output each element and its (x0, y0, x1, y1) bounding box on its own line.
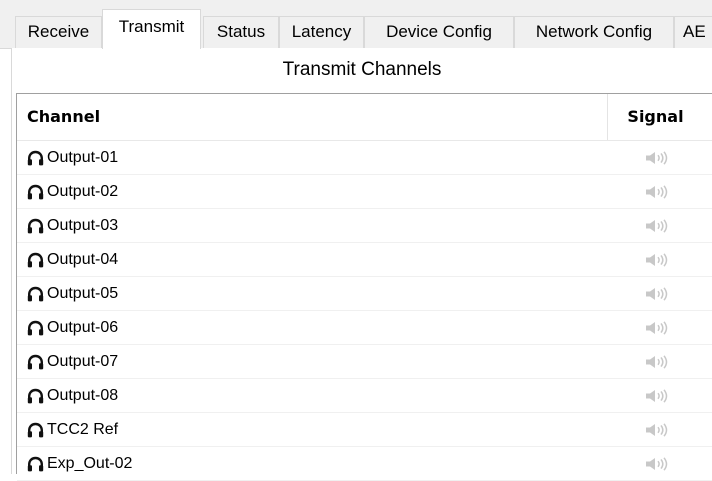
table-row[interactable]: Output-04 (17, 243, 712, 277)
channel-name: Output-07 (47, 353, 119, 370)
headphones-icon (27, 218, 44, 234)
table-row[interactable]: TCC2 Ref (17, 413, 712, 447)
channel-name: Output-02 (47, 183, 119, 200)
column-header-channel[interactable]: Channel (27, 94, 100, 140)
headphones-icon (27, 354, 44, 370)
channel-name: TCC2 Ref (47, 421, 119, 438)
table-row[interactable]: Output-06 (17, 311, 712, 345)
headphones-icon (27, 286, 44, 302)
channel-name: Output-04 (47, 251, 119, 268)
tab-latency[interactable]: Latency (279, 16, 364, 48)
headphones-icon (27, 150, 44, 166)
tab-receive[interactable]: Receive (15, 16, 102, 48)
channel-name: Output-01 (47, 149, 119, 166)
table-row[interactable]: Output-05 (17, 277, 712, 311)
headphones-icon (27, 422, 44, 438)
speaker-icon (646, 151, 668, 165)
headphones-icon (27, 252, 44, 268)
tab-device-config[interactable]: Device Config (364, 16, 514, 48)
column-header-signal[interactable]: Signal (608, 94, 703, 140)
channel-name: Output-08 (47, 387, 119, 404)
tab-ae[interactable]: AE (674, 16, 712, 48)
tab-strip: Receive Transmit Status Latency Device C… (0, 0, 712, 49)
speaker-icon (646, 355, 668, 369)
headphones-icon (27, 456, 44, 472)
headphones-icon (27, 320, 44, 336)
panel-title: Transmit Channels (282, 59, 442, 80)
table-row[interactable]: Exp_Out-02 (17, 447, 712, 481)
headphones-icon (27, 184, 44, 200)
tab-status[interactable]: Status (203, 16, 279, 48)
table-row[interactable]: Output-02 (17, 175, 712, 209)
table-row[interactable]: Output-08 (17, 379, 712, 413)
speaker-icon (646, 253, 668, 267)
speaker-icon (646, 287, 668, 301)
channel-rows: Output-01 Output-02 Output-03 Output-04 … (17, 141, 712, 481)
speaker-icon (646, 219, 668, 233)
speaker-icon (646, 185, 668, 199)
speaker-icon (646, 389, 668, 403)
channel-name: Exp_Out-02 (47, 455, 133, 472)
table-row[interactable]: Output-03 (17, 209, 712, 243)
table-row[interactable]: Output-07 (17, 345, 712, 379)
transmit-channels-table: Channel Signal Output-01 Output-02 Outpu… (16, 93, 712, 481)
channel-name: Output-06 (47, 319, 119, 336)
speaker-icon (646, 321, 668, 335)
tab-network-config[interactable]: Network Config (514, 16, 674, 48)
headphones-icon (27, 388, 44, 404)
channel-name: Output-05 (47, 285, 119, 302)
speaker-icon (646, 423, 668, 437)
table-header: Channel Signal (17, 94, 712, 141)
speaker-icon (646, 457, 668, 471)
table-row[interactable]: Output-01 (17, 141, 712, 175)
transmit-panel: Transmit Channels Channel Signal Output-… (11, 48, 712, 481)
tab-transmit[interactable]: Transmit (102, 9, 201, 49)
channel-name: Output-03 (47, 217, 119, 234)
